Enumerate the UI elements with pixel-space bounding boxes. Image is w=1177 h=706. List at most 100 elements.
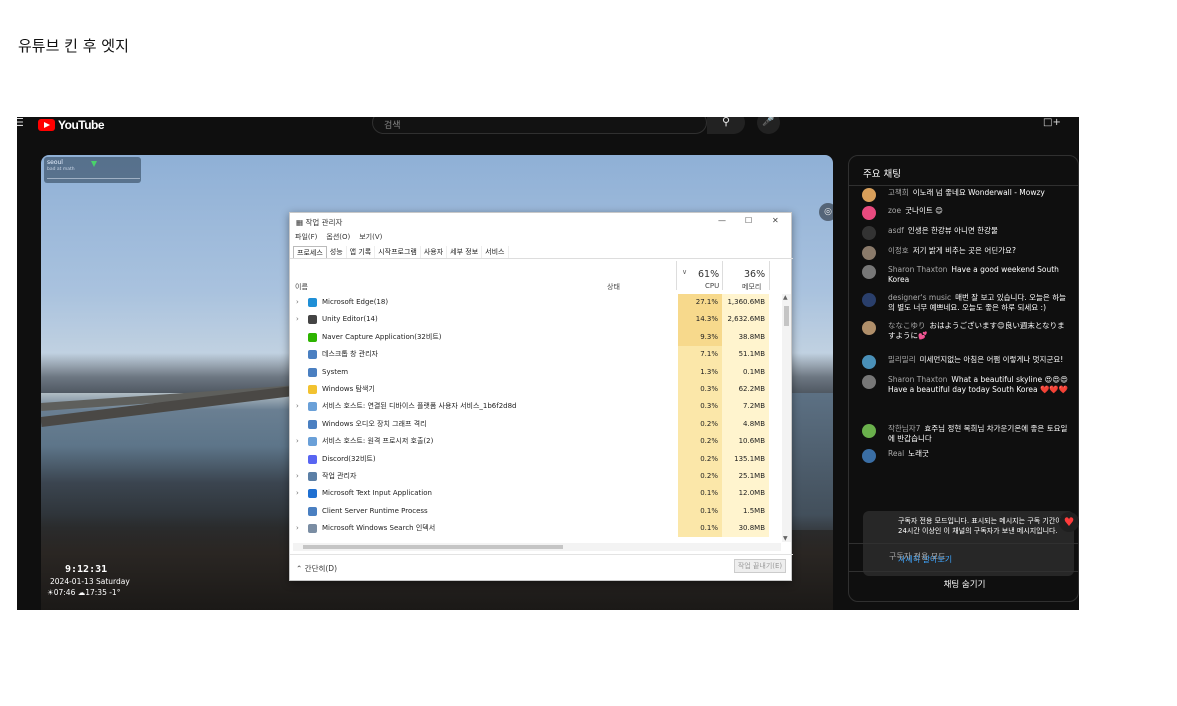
column-name[interactable]: 이름 (295, 282, 308, 292)
chevron-right-icon[interactable]: › (296, 433, 299, 450)
process-name: Windows 탐색기 (322, 384, 375, 393)
search-input[interactable]: 검색 (372, 117, 707, 134)
column-memory[interactable]: 메모리 (742, 282, 761, 292)
process-memory: 51.1MB (722, 346, 769, 364)
process-icon (308, 419, 317, 429)
avatar[interactable] (862, 375, 876, 389)
chat-author[interactable]: asdf (888, 226, 904, 235)
cpu-total: 61% (698, 269, 720, 280)
chat-message[interactable]: designer's music 매번 잘 보고 있습니다. 오늘은 하늘의 별도… (862, 293, 1072, 313)
minimize-button[interactable]: — (718, 216, 726, 225)
fewer-details-button[interactable]: ⌃ 간단히(D) (296, 563, 337, 574)
avatar[interactable] (862, 226, 876, 240)
table-row[interactable]: › Microsoft Windows Search 인덱서 0.1% 30.8MB (290, 520, 782, 538)
chat-author[interactable]: Sharon Thaxton (888, 375, 947, 384)
avatar[interactable] (862, 188, 876, 202)
end-task-button[interactable]: 작업 끝내기(E) (734, 559, 786, 573)
chevron-right-icon[interactable]: › (296, 311, 299, 328)
table-row[interactable]: › Microsoft Edge(18) 27.1% 1,360.6MB (290, 294, 782, 312)
avatar[interactable] (862, 206, 876, 220)
chat-author[interactable]: 밀리밀리 (888, 355, 916, 364)
search-icon[interactable]: ⚲ (707, 117, 745, 134)
scroll-down-icon[interactable]: ▼ (783, 535, 788, 542)
scroll-thumb[interactable] (303, 545, 563, 549)
avatar[interactable] (862, 424, 876, 438)
task-manager-window[interactable]: ▦ 작업 관리자 — ☐ ✕ 파일(F) 옵션(O) 보기(V) 프로세스 성능… (289, 212, 793, 581)
scroll-thumb[interactable] (784, 306, 789, 326)
process-cpu: 0.3% (678, 380, 722, 399)
mic-icon[interactable]: 🎤 (757, 117, 780, 134)
chat-message[interactable]: Sharon Thaxton Have a good weekend South … (862, 265, 1072, 285)
chevron-down-icon: ∨ (682, 268, 688, 276)
chat-message[interactable]: 고책희 이노래 넘 좋네요 Wonderwall - Mowzy (862, 188, 1072, 202)
chat-author[interactable]: 작한님자7 (888, 424, 920, 433)
chevron-right-icon[interactable]: › (296, 468, 299, 485)
youtube-logo[interactable]: YouTube (38, 118, 105, 132)
camera-settings-icon[interactable]: ◎ (819, 203, 833, 221)
chat-message-body: 이정호 저기 밝게 비추는 곳은 어딘가요? (862, 246, 1072, 256)
table-row[interactable]: › Microsoft Text Input Application 0.1% 12.… (290, 485, 782, 503)
table-row[interactable]: Discord(32비트) 0.2% 135.1MB (290, 450, 782, 468)
maximize-button[interactable]: ☐ (745, 216, 752, 225)
wifi-icon (91, 161, 97, 167)
chat-title[interactable]: 주요 채팅 (863, 166, 901, 180)
chat-author[interactable]: Sharon Thaxton (888, 265, 947, 274)
chat-message[interactable]: Sharon Thaxton What a beautiful skyline 😍… (862, 375, 1072, 395)
close-button[interactable]: ✕ (772, 216, 779, 225)
vertical-scrollbar[interactable]: ▲ ▼ (782, 294, 791, 542)
chat-author[interactable]: Real (888, 449, 904, 458)
table-row[interactable]: Naver Capture Application(32비트) 9.3% 38.8M… (290, 328, 782, 347)
process-cpu: 1.3% (678, 363, 722, 381)
chat-message[interactable]: 밀리밀리 미세먼지없는 아침은 어쩜 이렇게나 멋지군요! (862, 355, 1072, 369)
chat-author[interactable]: designer's music (888, 293, 951, 302)
horizontal-scrollbar[interactable] (293, 543, 781, 551)
chevron-right-icon[interactable]: › (296, 485, 299, 502)
chat-author[interactable]: 고책희 (888, 188, 909, 197)
chat-author[interactable]: ななこゆり (888, 321, 926, 330)
hide-chat-button[interactable]: 채팅 숨기기 (849, 571, 1079, 597)
chat-message[interactable]: asdf 인생은 한강뷰 아니면 한강물 (862, 226, 1072, 240)
table-row[interactable]: › 작업 관리자 0.2% 25.1MB (290, 467, 782, 486)
chevron-right-icon[interactable]: › (296, 294, 299, 311)
live-video[interactable]: seoul bad at math 9:12:31 2024-01-13 Sat… (41, 155, 833, 610)
process-memory: 0.1MB (722, 363, 769, 381)
avatar[interactable] (862, 355, 876, 369)
chevron-right-icon[interactable]: › (296, 398, 299, 415)
overlay-subtitle: bad at math (47, 167, 75, 172)
avatar[interactable] (862, 265, 876, 279)
chat-message[interactable]: zoe 굿나이트 😊 (862, 206, 1072, 220)
chat-message[interactable]: 이정호 저기 밝게 비추는 곳은 어딘가요? (862, 246, 1072, 260)
chat-message[interactable]: ななこゆり おはようございます😊良い週末となりますように💕 (862, 321, 1072, 341)
menu-options[interactable]: 옵션(O) (326, 232, 350, 242)
column-cpu[interactable]: CPU (705, 282, 719, 290)
menu-file[interactable]: 파일(F) (295, 232, 317, 242)
heart-icon[interactable]: ♥ (1059, 512, 1079, 532)
column-status[interactable]: 상태 (607, 282, 620, 292)
table-row[interactable]: System 1.3% 0.1MB (290, 363, 782, 381)
avatar[interactable] (862, 449, 876, 463)
table-row[interactable]: › Unity Editor(14) 14.3% 2,632.6MB (290, 311, 782, 329)
table-row[interactable]: 데스크톱 창 관리자 7.1% 51.1MB (290, 346, 782, 364)
create-icon[interactable]: □+ (1043, 117, 1061, 128)
scroll-up-icon[interactable]: ▲ (783, 294, 788, 301)
avatar[interactable] (862, 293, 876, 307)
chat-author[interactable]: zoe (888, 206, 901, 215)
chat-message[interactable]: Real 노래굿 (862, 449, 1072, 463)
chat-author[interactable]: 이정호 (888, 246, 909, 255)
avatar[interactable] (862, 246, 876, 260)
menu-icon[interactable]: ☰ (17, 117, 24, 130)
process-name: Microsoft Windows Search 인덱서 (322, 524, 436, 533)
menu-view[interactable]: 보기(V) (359, 232, 382, 242)
table-row[interactable]: Windows 탐색기 0.3% 62.2MB (290, 380, 782, 399)
chevron-right-icon[interactable]: › (296, 520, 299, 537)
table-row[interactable]: › 서비스 호스트: 원격 프로시저 호출(2) 0.2% 10.6MB (290, 433, 782, 451)
table-row[interactable]: Client Server Runtime Process 0.1% 1.5MB (290, 502, 782, 521)
chat-text: 굿나이트 😊 (905, 206, 943, 215)
table-row[interactable]: › 서비스 호스트: 연결된 디바이스 플랫폼 사용자 서비스_1b6f2d8d 0… (290, 398, 782, 416)
process-name: Microsoft Edge(18) (322, 298, 389, 306)
chat-text: 저기 밝게 비추는 곳은 어딘가요? (912, 246, 1016, 255)
table-row[interactable]: Windows 오디오 장치 그래프 격리 0.2% 4.8MB (290, 415, 782, 434)
chat-message[interactable]: 작한님자7 효주님 정현 목희님 차가운기온에 좋은 토요일에 반갑습니다 (862, 424, 1072, 444)
avatar[interactable] (862, 321, 876, 335)
youtube-play-icon (38, 119, 55, 131)
